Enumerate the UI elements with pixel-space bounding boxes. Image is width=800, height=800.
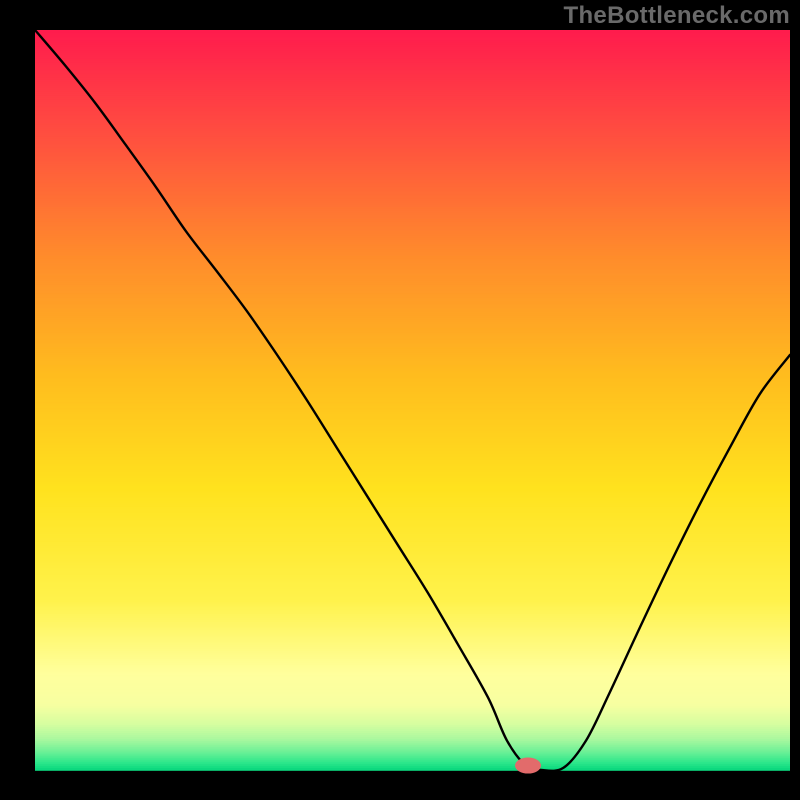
chart-svg <box>0 0 800 800</box>
watermark-text: TheBottleneck.com <box>564 2 790 30</box>
chart-background <box>35 30 790 771</box>
chart-marker <box>515 758 541 774</box>
chart-frame: TheBottleneck.com <box>0 0 800 800</box>
min-marker <box>515 758 541 774</box>
